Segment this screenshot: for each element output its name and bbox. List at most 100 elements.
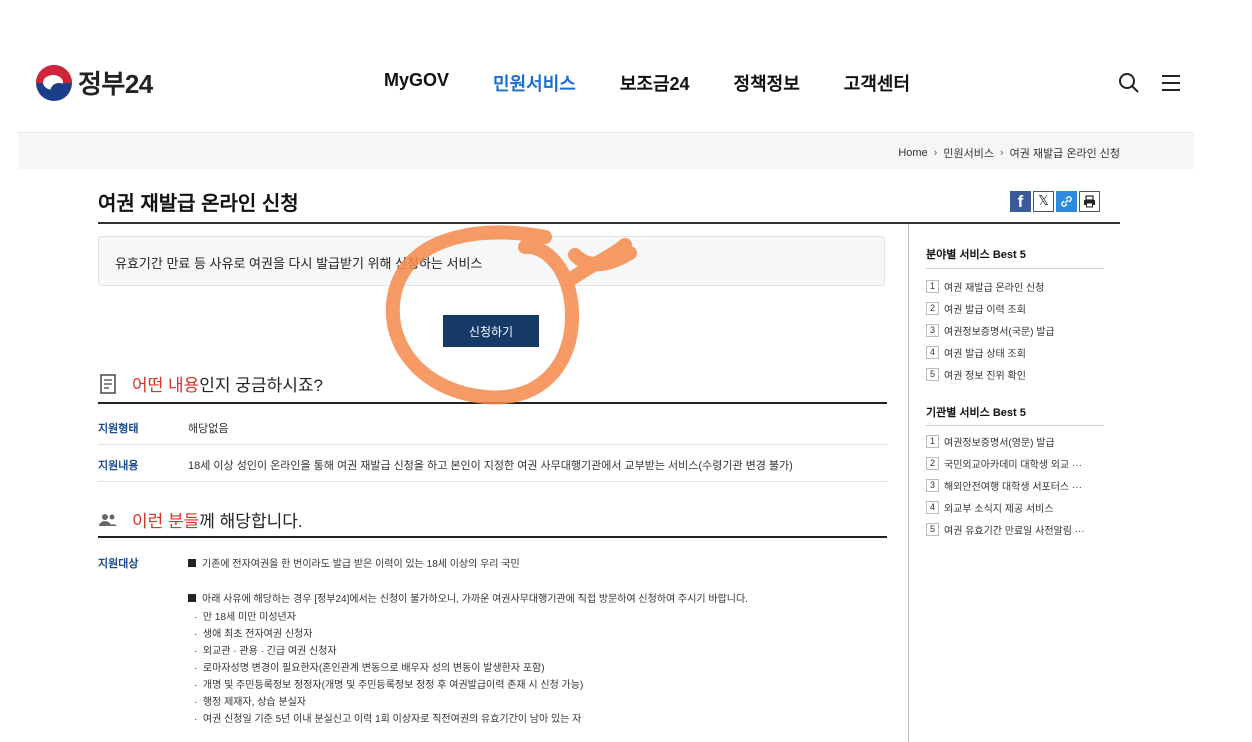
sidebar-item-label: 여권정보증명서(국문) 발급 xyxy=(944,327,1055,338)
list-item: · 생애 최초 전자여권 신청자 xyxy=(194,629,313,640)
logo[interactable]: 정부24 xyxy=(36,64,153,101)
sidebar-field-item-4[interactable]: 4 여권 발급 상태 조회 xyxy=(926,345,1026,360)
x-icon[interactable]: 𝕏 xyxy=(1033,191,1054,212)
sidebar-divider xyxy=(926,268,1104,269)
list-item: · 만 18세 미만 미성년자 xyxy=(194,612,296,623)
link-icon[interactable] xyxy=(1056,191,1077,212)
share-toolbar: f 𝕏 xyxy=(1010,191,1100,212)
target-line: 아래 사유에 해당하는 경우 [정부24]에서는 신청이 불가하오니, 가까운 … xyxy=(188,590,748,605)
target-line-text: 아래 사유에 해당하는 경우 [정부24]에서는 신청이 불가하오니, 가까운 … xyxy=(202,594,748,605)
nav-subsidy[interactable]: 보조금24 xyxy=(620,70,690,96)
row-value: 18세 이상 성인이 온라인을 통해 여권 재발급 신청을 하고 본인이 지정한… xyxy=(188,460,793,472)
sidebar-org-item-1[interactable]: 1 여권정보증명서(영문) 발급 xyxy=(926,434,1055,449)
rank-badge: 2 xyxy=(926,302,939,315)
list-item: · 여권 신청일 기준 5년 이내 분실신고 이력 1회 이상자로 직전여권의 … xyxy=(194,714,582,725)
section-who-title-highlight: 이런 분들 xyxy=(132,512,200,531)
sidebar-item-label: 여권 정보 진위 확인 xyxy=(944,371,1026,382)
sidebar-divider xyxy=(926,425,1104,426)
people-icon xyxy=(98,510,118,530)
list-item-text: 만 18세 미만 미성년자 xyxy=(202,612,296,623)
sidebar-org-item-5[interactable]: 5 여권 유효기간 만료일 사전알림 ··· xyxy=(926,522,1085,537)
list-item: · 행정 제재자, 상습 분실자 xyxy=(194,697,307,708)
list-item-text: 개명 및 주민등록정보 정정자(개명 및 주민등록정보 정정 후 여권발급이력 … xyxy=(202,680,584,691)
row-key: 지원형태 xyxy=(98,423,139,435)
sidebar-field-item-2[interactable]: 2 여권 발급 이력 조회 xyxy=(926,301,1026,316)
service-summary-text: 유효기간 만료 등 사유로 여권을 다시 발급받기 위해 신청하는 서비스 xyxy=(115,256,483,271)
rank-badge: 5 xyxy=(926,368,939,381)
breadcrumb-bar: Home › 민원서비스 › 여권 재발급 온라인 신청 xyxy=(18,132,1194,169)
target-line: 기존에 전자여권을 한 번이라도 발급 받은 이력이 있는 18세 이상의 우리… xyxy=(188,555,520,570)
rank-badge: 4 xyxy=(926,501,939,514)
menu-icon[interactable] xyxy=(1160,73,1182,93)
sidebar-org-item-2[interactable]: 2 국민외교아카데미 대학생 외교 ··· xyxy=(926,456,1082,471)
square-bullet-icon xyxy=(188,594,196,602)
nav-customer-center[interactable]: 고객센터 xyxy=(844,70,910,96)
list-item-text: 외교관 · 관용 · 긴급 여권 신청자 xyxy=(202,646,337,657)
square-bullet-icon xyxy=(188,559,196,567)
chevron-right-icon: › xyxy=(999,147,1004,159)
target-line-text: 기존에 전자여권을 한 번이라도 발급 받은 이력이 있는 18세 이상의 우리… xyxy=(202,559,520,570)
document-icon xyxy=(98,373,118,394)
breadcrumb-current: 여권 재발급 온라인 신청 xyxy=(1009,148,1120,160)
apply-button[interactable]: 신청하기 xyxy=(443,315,539,347)
row-key: 지원내용 xyxy=(98,460,139,472)
sidebar-org-item-4[interactable]: 4 외교부 소식지 제공 서비스 xyxy=(926,500,1054,515)
section-what-title-rest: 인지 궁금하시죠? xyxy=(199,376,323,395)
sidebar-item-label: 여권 발급 상태 조회 xyxy=(944,349,1026,360)
sidebar-item-label: 여권 재발급 온라인 신청 xyxy=(944,283,1045,294)
list-item: · 개명 및 주민등록정보 정정자(개명 및 주민등록정보 정정 후 여권발급이… xyxy=(194,680,584,691)
rank-badge: 1 xyxy=(926,280,939,293)
service-summary-box: 유효기간 만료 등 사유로 여권을 다시 발급받기 위해 신청하는 서비스 xyxy=(98,236,885,286)
breadcrumb-civil-service[interactable]: 민원서비스 xyxy=(943,145,994,161)
list-item: · 로마자성명 변경이 필요한자(혼인관계 변동으로 배우자 성의 변동이 발생… xyxy=(194,663,545,674)
sidebar-divider xyxy=(908,224,909,742)
logo-emblem-icon xyxy=(36,64,72,101)
section-who-heading: 이런 분들 께 해당합니다. xyxy=(98,507,303,532)
sidebar-item-label: 여권 발급 이력 조회 xyxy=(944,305,1026,316)
breadcrumb: Home › 민원서비스 › 여권 재발급 온라인 신청 xyxy=(898,145,1120,161)
rank-badge: 4 xyxy=(926,346,939,359)
title-divider xyxy=(98,222,1120,224)
sidebar-field-title: 분야별 서비스 Best 5 xyxy=(926,249,1026,261)
section-what-title-highlight: 어떤 내용 xyxy=(132,376,200,395)
sidebar-field-item-5[interactable]: 5 여권 정보 진위 확인 xyxy=(926,367,1026,382)
sidebar-item-label: 여권정보증명서(영문) 발급 xyxy=(944,438,1055,449)
page-title: 여권 재발급 온라인 신청 xyxy=(98,193,299,215)
nav-policy[interactable]: 정책정보 xyxy=(734,70,800,96)
breadcrumb-home[interactable]: Home xyxy=(898,147,927,159)
list-item-text: 여권 신청일 기준 5년 이내 분실신고 이력 1회 이상자로 직전여권의 유효… xyxy=(202,714,582,725)
target-key: 지원대상 xyxy=(98,558,139,570)
sidebar-item-label: 외교부 소식지 제공 서비스 xyxy=(944,504,1054,515)
section-what-heading: 어떤 내용 인지 궁금하시죠? xyxy=(98,371,323,396)
sidebar-field-item-3[interactable]: 3 여권정보증명서(국문) 발급 xyxy=(926,323,1055,338)
facebook-icon[interactable]: f xyxy=(1010,191,1031,212)
print-icon[interactable] xyxy=(1079,191,1100,212)
main-nav: MyGOV 민원서비스 보조금24 정책정보 고객센터 xyxy=(384,70,954,96)
nav-civil-service[interactable]: 민원서비스 xyxy=(493,70,576,96)
logo-text: 정부24 xyxy=(78,69,153,99)
sidebar-item-label: 국민외교아카데미 대학생 외교 ··· xyxy=(944,460,1082,471)
section-divider xyxy=(98,536,887,538)
list-item: · 외교관 · 관용 · 긴급 여권 신청자 xyxy=(194,646,337,657)
table-row: 지원형태 해당없음 xyxy=(98,404,887,445)
chevron-right-icon: › xyxy=(933,147,938,159)
section-who-title-rest: 께 해당합니다. xyxy=(199,512,303,531)
list-item-text: 생애 최초 전자여권 신청자 xyxy=(202,629,313,640)
site-header: 정부24 MyGOV 민원서비스 보조금24 정책정보 고객센터 xyxy=(0,0,1252,130)
table-row: 지원내용 18세 이상 성인이 온라인을 통해 여권 재발급 신청을 하고 본인… xyxy=(98,445,887,482)
rank-badge: 5 xyxy=(926,523,939,536)
search-icon[interactable] xyxy=(1118,72,1140,94)
rank-badge: 1 xyxy=(926,435,939,448)
rank-badge: 3 xyxy=(926,324,939,337)
sidebar-item-label: 해외안전여행 대학생 서포터스 ··· xyxy=(944,482,1082,493)
list-item-text: 로마자성명 변경이 필요한자(혼인관계 변동으로 배우자 성의 변동이 발생한자… xyxy=(202,663,545,674)
sidebar-item-label: 여권 유효기간 만료일 사전알림 ··· xyxy=(944,526,1085,537)
sidebar-org-title: 기관별 서비스 Best 5 xyxy=(926,407,1026,419)
sidebar-field-item-1[interactable]: 1 여권 재발급 온라인 신청 xyxy=(926,279,1044,294)
row-value: 해당없음 xyxy=(188,423,229,435)
rank-badge: 2 xyxy=(926,457,939,470)
list-item-text: 행정 제재자, 상습 분실자 xyxy=(202,697,307,708)
nav-mygov[interactable]: MyGOV xyxy=(384,70,449,96)
sidebar-org-item-3[interactable]: 3 해외안전여행 대학생 서포터스 ··· xyxy=(926,478,1082,493)
rank-badge: 3 xyxy=(926,479,939,492)
